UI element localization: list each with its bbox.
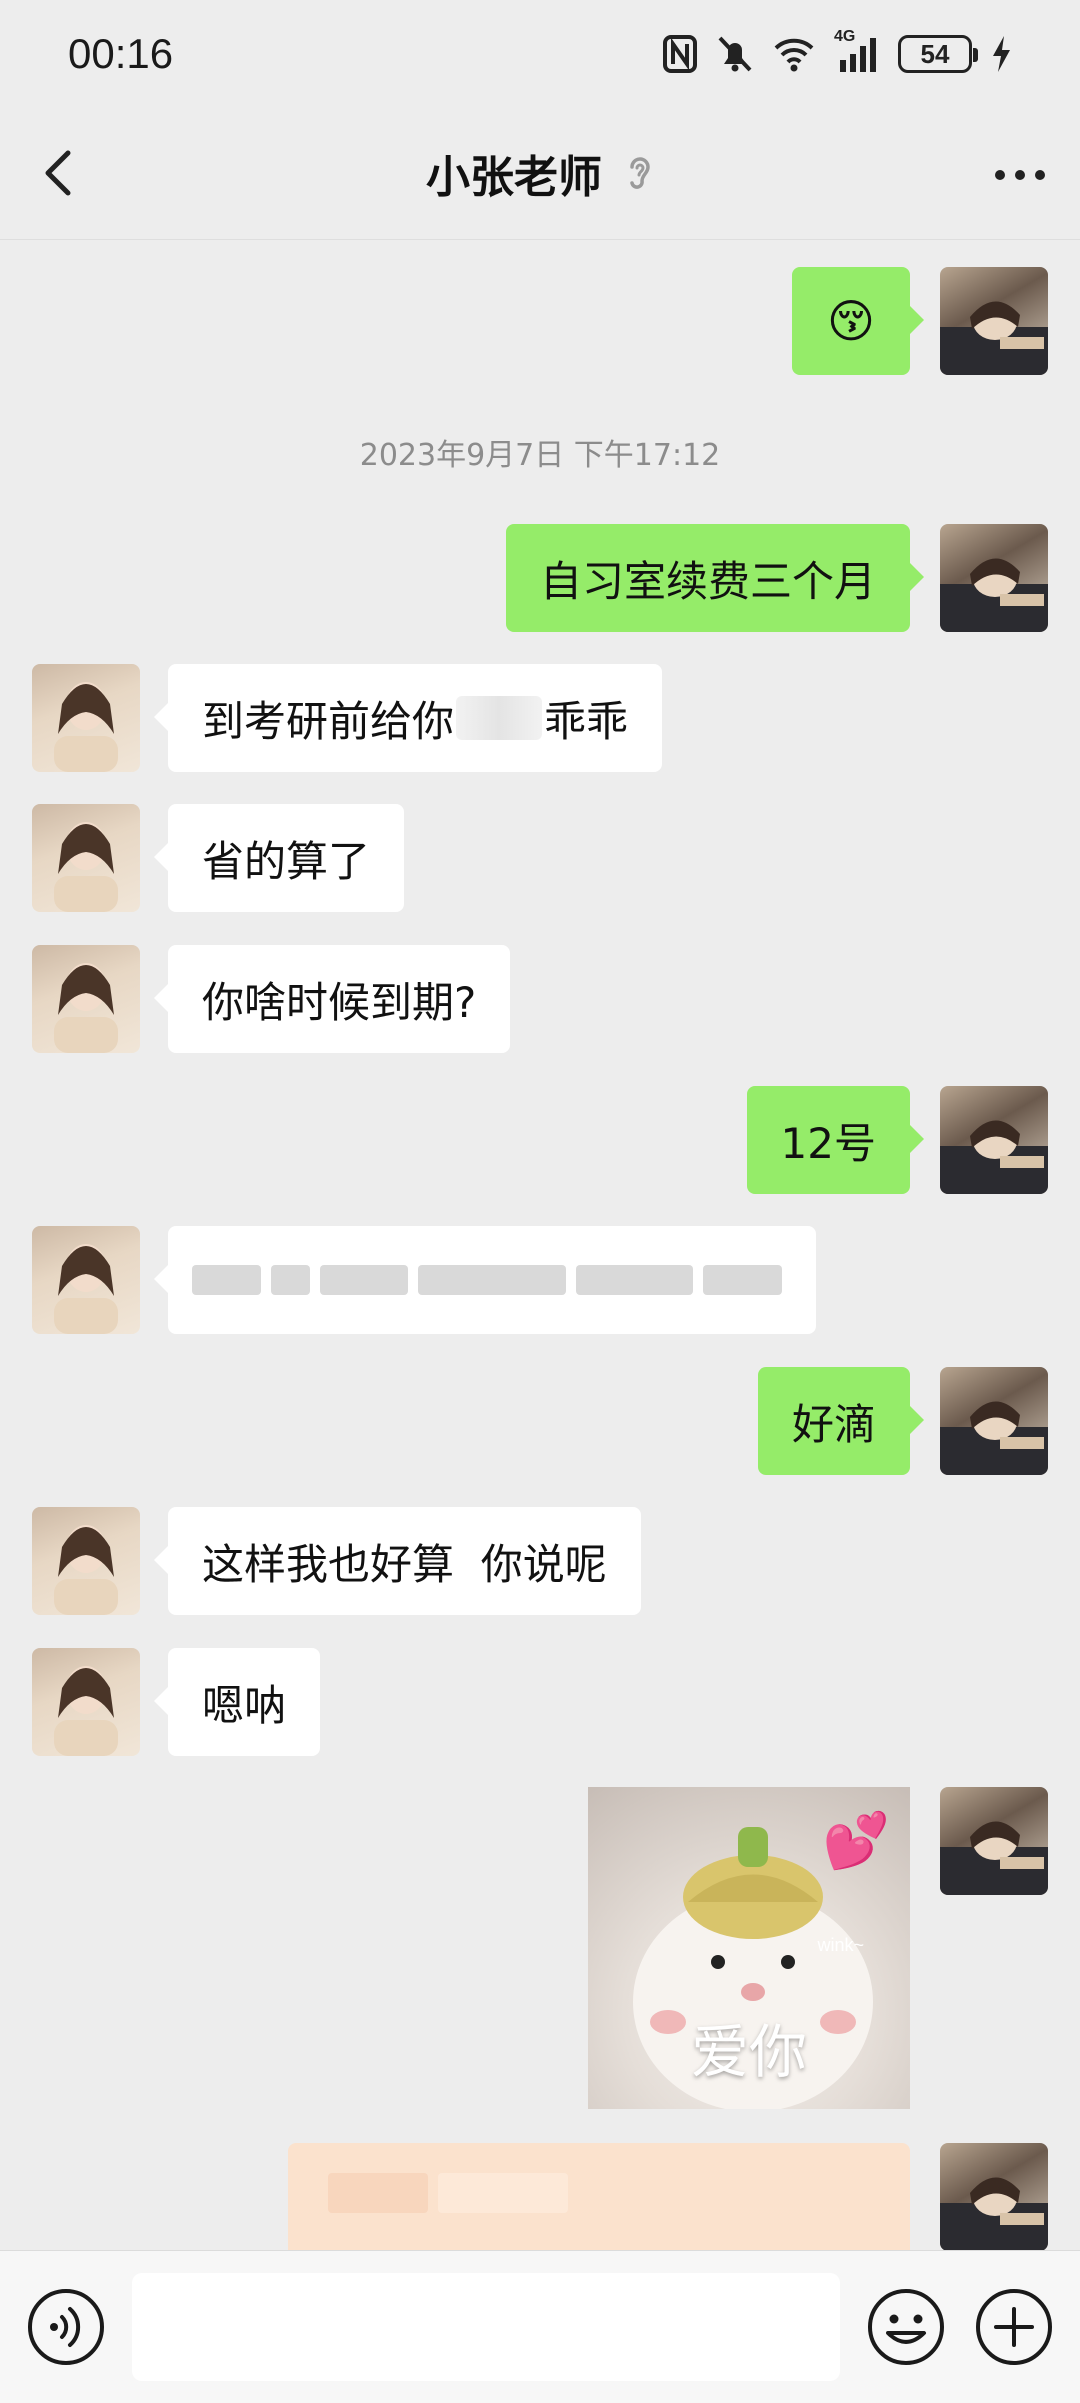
input-bar (0, 2250, 1080, 2403)
blurred-text (456, 696, 543, 740)
message-input[interactable] (132, 2273, 840, 2381)
message-list[interactable]: 😚 2023年9月7日 下午17:12 自习室续费三个月 到考研前给你 乖乖 省… (0, 240, 1080, 2250)
message-bubble-outgoing[interactable]: 好滴 (757, 1367, 925, 1475)
contact-avatar[interactable] (32, 945, 140, 1053)
contact-avatar[interactable] (32, 1226, 140, 1334)
charging-bolt-icon (990, 34, 1012, 74)
wifi-icon (772, 34, 816, 74)
sticker-caption: 爱你 (690, 2018, 807, 2086)
emoji-button[interactable] (862, 2283, 950, 2371)
sticker-small-text: wink~ (817, 1935, 864, 1955)
my-avatar[interactable] (940, 1367, 1048, 1475)
hearts-emoji: 💕 (822, 1809, 890, 1872)
message-card-outgoing-blurred[interactable] (288, 2143, 910, 2250)
voice-icon (28, 2289, 104, 2365)
message-bubble-outgoing[interactable]: 😚 (792, 267, 924, 375)
message-bubble-incoming[interactable]: 嗯呐 (153, 1648, 321, 1756)
my-avatar[interactable] (940, 2143, 1048, 2250)
ear-icon (624, 153, 654, 193)
message-bubble-outgoing[interactable]: 自习室续费三个月 (505, 524, 925, 632)
emoji-icon (868, 2289, 944, 2365)
message-bubble-incoming[interactable]: 到考研前给你 乖乖 (153, 664, 663, 772)
my-avatar[interactable] (940, 267, 1048, 375)
more-dots-icon (995, 170, 1045, 180)
contact-avatar[interactable] (32, 1648, 140, 1756)
mute-bell-icon (716, 34, 754, 74)
chat-title[interactable]: 小张老师 (426, 141, 602, 205)
message-bubble-incoming[interactable]: 省的算了 (153, 804, 405, 912)
contact-avatar[interactable] (32, 804, 140, 912)
status-time: 00:16 (68, 30, 174, 77)
voice-button[interactable] (22, 2283, 110, 2371)
sticker-message[interactable]: 💕 wink~ 爱你 (588, 1787, 910, 2109)
chat-header: 小张老师 (0, 115, 1080, 240)
message-bubble-outgoing[interactable]: 12号 (746, 1086, 925, 1194)
message-bubble-incoming[interactable]: 这样我也好算 你说呢 (154, 1507, 641, 1615)
status-bar: 00:16 4G 54 (0, 0, 1080, 115)
message-bubble-incoming[interactable]: 你啥时候到期? (153, 945, 511, 1053)
my-avatar[interactable] (940, 1086, 1048, 1194)
plus-icon (976, 2289, 1052, 2365)
message-timestamp: 2023年9月7日 下午17:12 (359, 438, 721, 473)
more-functions-button[interactable] (970, 2283, 1058, 2371)
status-icons: 4G 54 (662, 28, 1012, 76)
message-bubble-incoming-blurred[interactable] (154, 1226, 816, 1334)
battery-indicator: 54 (898, 35, 978, 73)
my-avatar[interactable] (940, 1787, 1048, 1895)
my-avatar[interactable] (940, 524, 1048, 632)
more-options-button[interactable] (988, 145, 1052, 205)
cellular-signal-icon: 4G (834, 28, 880, 74)
contact-avatar[interactable] (32, 664, 140, 772)
nfc-icon (662, 34, 698, 74)
contact-avatar[interactable] (32, 1507, 140, 1615)
